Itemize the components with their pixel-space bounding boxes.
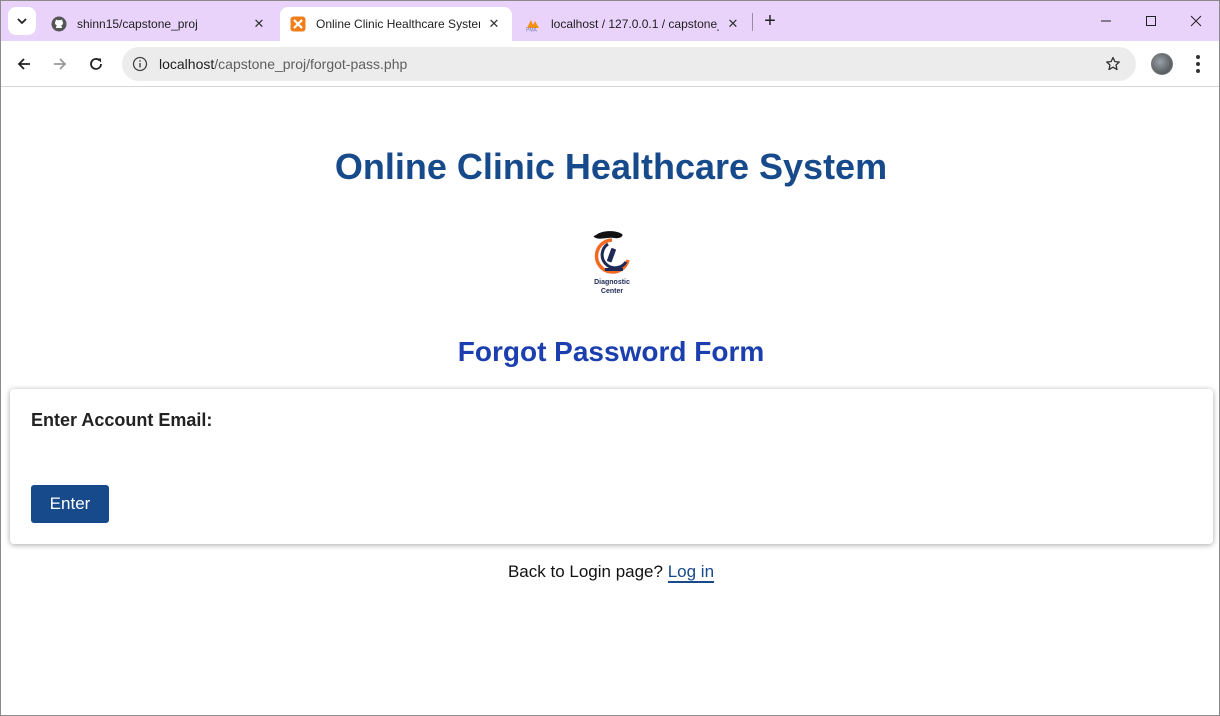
address-host: localhost: [159, 56, 215, 72]
reload-icon: [90, 58, 102, 70]
forward-button[interactable]: [46, 50, 74, 78]
logo-line2: Center: [601, 288, 623, 295]
close-icon[interactable]: ✕: [251, 16, 267, 32]
minimize-icon: [1101, 20, 1111, 22]
tab-strip: shinn15/capstone_proj ✕ Online Clinic He…: [1, 1, 1219, 41]
address-bar[interactable]: localhost/capstone_proj/forgot-pass.php: [122, 47, 1136, 81]
site-title: Online Clinic Healthcare System: [334, 146, 888, 187]
svg-text:PMA: PMA: [526, 28, 538, 33]
maximize-icon: [1146, 16, 1156, 26]
enter-button[interactable]: Enter: [31, 485, 109, 523]
forgot-password-card: Enter Account Email: Enter: [10, 389, 1213, 544]
arrow-right-icon: [54, 58, 67, 70]
close-icon: [1190, 15, 1202, 27]
browser-window: shinn15/capstone_proj ✕ Online Clinic He…: [0, 0, 1220, 716]
phpmyadmin-icon: PMA: [525, 16, 541, 32]
email-label: Enter Account Email:: [31, 410, 213, 430]
form-title: Forgot Password Form: [457, 336, 765, 367]
back-button[interactable]: [10, 50, 38, 78]
new-tab-button[interactable]: +: [759, 10, 781, 32]
logo-line1: Diagnostic: [594, 279, 630, 286]
tab-phpmyadmin[interactable]: PMA localhost / 127.0.0.1 / capstone_ ✕: [515, 7, 751, 41]
diagnostic-center-logo: Diagnostic Center: [593, 231, 630, 295]
menu-dot: [1196, 69, 1200, 73]
browser-menu-button[interactable]: [1187, 52, 1209, 76]
page-content: Online Clinic Healthcare System Diagnost…: [2, 88, 1219, 715]
tab-separator: [752, 13, 753, 31]
close-icon[interactable]: ✕: [725, 16, 741, 32]
browser-toolbar: localhost/capstone_proj/forgot-pass.php: [1, 41, 1219, 87]
back-text: Back to Login page?: [507, 562, 663, 581]
tab-search-button[interactable]: [8, 7, 36, 35]
tab-clinic[interactable]: Online Clinic Healthcare System ✕: [280, 7, 512, 41]
address-text[interactable]: localhost/capstone_proj/forgot-pass.php: [159, 56, 407, 72]
close-window-button[interactable]: [1173, 1, 1219, 41]
chevron-down-icon: [17, 18, 27, 25]
tab-title: localhost / 127.0.0.1 / capstone_: [551, 17, 719, 31]
profile-avatar[interactable]: [1151, 53, 1173, 75]
reload-button[interactable]: [82, 50, 110, 78]
site-info-icon[interactable]: [130, 54, 150, 74]
maximize-button[interactable]: [1128, 1, 1174, 41]
tab-title: Online Clinic Healthcare System: [316, 17, 480, 31]
minimize-button[interactable]: [1083, 1, 1129, 41]
tab-github[interactable]: shinn15/capstone_proj ✕: [41, 7, 277, 41]
login-link[interactable]: Log in: [667, 562, 715, 583]
arrow-left-icon: [17, 58, 30, 70]
github-icon: [51, 16, 67, 32]
menu-dot: [1196, 62, 1200, 66]
address-path: /capstone_proj/forgot-pass.php: [214, 56, 408, 72]
xampp-icon: [290, 16, 306, 32]
bookmark-star-icon[interactable]: [1104, 55, 1122, 73]
tab-title: shinn15/capstone_proj: [77, 17, 198, 31]
back-to-login: Back to Login page? Log in: [2, 562, 1219, 583]
close-icon[interactable]: ✕: [486, 16, 502, 32]
menu-dot: [1196, 55, 1200, 59]
